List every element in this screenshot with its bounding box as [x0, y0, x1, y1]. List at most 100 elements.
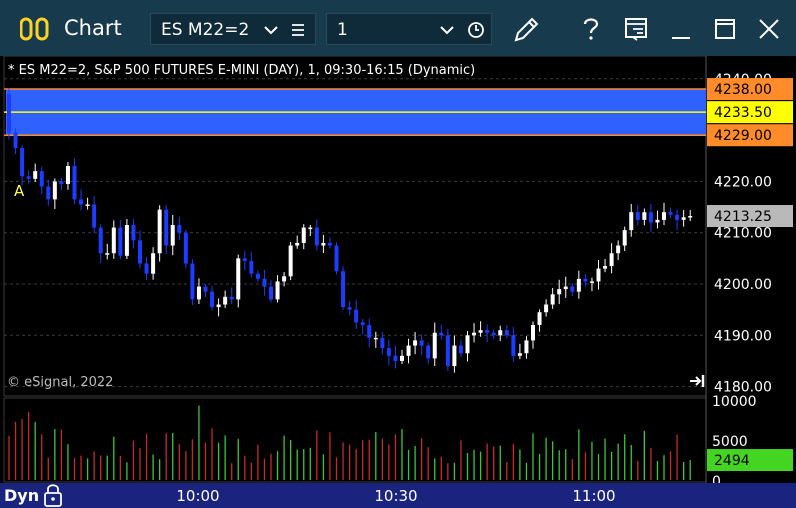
maximize-icon[interactable]: [714, 18, 736, 40]
candle-body: [7, 94, 11, 133]
candle-body: [301, 227, 306, 243]
candle-body: [400, 355, 404, 361]
candle-body: [537, 312, 542, 326]
interval-dropdown[interactable]: 1: [326, 13, 492, 45]
candle-body: [144, 263, 149, 274]
candle-body: [282, 276, 287, 282]
candle-body: [589, 281, 594, 283]
candle-body: [596, 268, 601, 282]
candle-body: [452, 345, 457, 367]
candle-body: [275, 281, 280, 300]
candle-body: [269, 286, 273, 300]
candle-body: [439, 332, 444, 336]
annotation-label: A: [14, 182, 25, 200]
time-tick-label: 11:00: [572, 487, 615, 505]
candle-body: [504, 330, 509, 336]
candle-body: [255, 273, 260, 279]
candle-body: [576, 278, 581, 292]
candle-body: [170, 225, 175, 246]
candle-body: [334, 245, 339, 272]
candle-body: [183, 232, 188, 264]
candle-body: [105, 253, 110, 255]
clock-icon[interactable]: [467, 21, 485, 39]
candle-body: [124, 225, 129, 256]
price-label-text: 4229.00: [714, 128, 772, 144]
price-tick-label: 4200.00: [714, 277, 772, 293]
candle-body: [609, 253, 614, 267]
candle-body: [373, 337, 378, 340]
candle-body: [583, 278, 588, 282]
candle-body: [295, 242, 300, 246]
candle-body: [511, 335, 516, 356]
candle-body: [72, 166, 77, 200]
candle-body: [229, 296, 234, 300]
candle-body: [419, 340, 424, 346]
price-label-text: 4213.25: [714, 209, 772, 225]
chevron-down-icon: [440, 26, 454, 35]
candle-body: [314, 227, 319, 246]
candle-body: [33, 171, 38, 179]
candle-body: [26, 176, 31, 179]
minimize-icon[interactable]: [670, 18, 692, 40]
candle-body: [413, 340, 418, 346]
dyn-label[interactable]: Dyn: [4, 486, 39, 505]
candle-body: [118, 227, 123, 256]
pencil-icon[interactable]: [512, 14, 542, 44]
candle-body: [46, 186, 51, 200]
candle-body: [131, 225, 136, 241]
volume-label-text: 2494: [714, 453, 750, 469]
candle-body: [445, 335, 450, 367]
candle-body: [203, 286, 208, 292]
candle-body: [196, 286, 201, 300]
time-tick-label: 10:00: [176, 487, 219, 505]
candle-body: [85, 204, 90, 206]
help-icon[interactable]: [580, 16, 602, 42]
candle-body: [681, 217, 686, 220]
window-list-icon[interactable]: [624, 17, 648, 41]
candle-body: [635, 212, 640, 220]
window-title: Chart: [64, 16, 122, 40]
time-tick-label: 10:30: [374, 487, 417, 505]
candle-body: [668, 212, 673, 215]
candle-body: [288, 245, 293, 277]
candle-body: [360, 322, 365, 326]
volume-tick-label: 5000: [712, 434, 748, 450]
candle-body: [20, 148, 25, 177]
candle-body: [151, 253, 156, 274]
candle-body: [111, 227, 116, 254]
layout-toggle-icon[interactable]: [20, 17, 50, 41]
candle-body: [59, 181, 64, 184]
candle-body: [341, 271, 346, 308]
list-icon[interactable]: [291, 23, 305, 37]
candle-body: [327, 242, 332, 246]
price-tick-label: 4220.00: [714, 174, 772, 190]
price-label-text: 4238.00: [714, 82, 772, 98]
candle-body: [52, 181, 57, 200]
candle-body: [249, 260, 254, 274]
volume-tick-label: 10000: [712, 394, 757, 410]
close-icon[interactable]: [758, 18, 780, 40]
candle-body: [354, 309, 359, 323]
candle-body: [432, 332, 437, 359]
chart-window: Chart ES M22=2 1 * ES M22=2, S&P 500 FUT…: [0, 0, 796, 508]
price-tick-label: 4210.00: [714, 226, 772, 242]
candle-body: [478, 330, 483, 333]
candle-body: [655, 219, 660, 223]
candle-body: [629, 212, 634, 231]
candle-body: [616, 245, 621, 254]
candle-body: [485, 330, 490, 333]
candle-body: [472, 332, 477, 336]
candle-body: [177, 225, 182, 233]
price-tick-label: 4190.00: [714, 328, 772, 344]
symbol-dropdown[interactable]: ES M22=2: [150, 13, 316, 45]
candle-body: [242, 258, 247, 261]
candle-body: [603, 266, 608, 269]
candle-body: [321, 242, 326, 246]
candle-body: [426, 345, 431, 359]
candle-body: [262, 278, 267, 287]
candle-body: [308, 227, 313, 230]
candle-body: [662, 212, 666, 220]
candle-body: [544, 304, 549, 313]
chart-area[interactable]: * ES M22=2, S&P 500 FUTURES E-MINI (DAY)…: [0, 56, 796, 508]
candle-body: [458, 345, 463, 354]
